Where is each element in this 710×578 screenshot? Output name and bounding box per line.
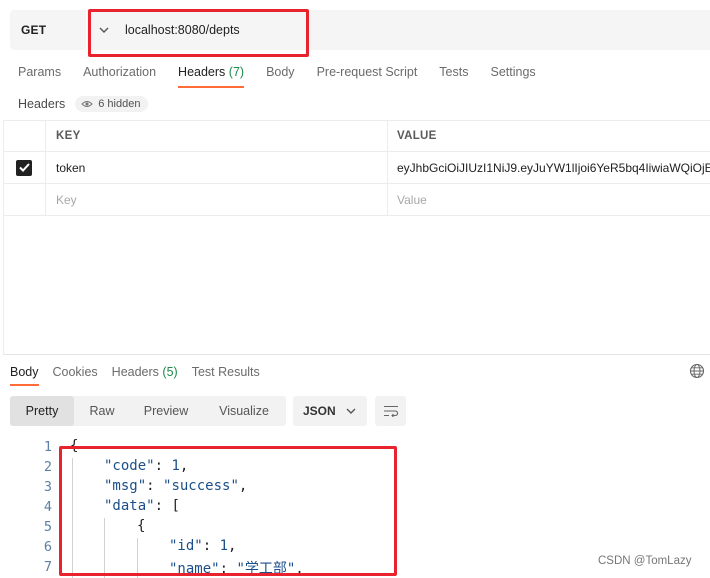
tab-settings[interactable]: Settings (490, 62, 535, 88)
code-line: { (137, 518, 145, 534)
line-number: 6 (43, 539, 52, 555)
method-label: GET (21, 23, 47, 37)
chevron-down-icon[interactable] (87, 27, 121, 33)
column-header-key: KEY (46, 121, 388, 151)
mode-raw[interactable]: Raw (74, 396, 130, 426)
tab-label: Body (10, 365, 39, 379)
line-number: 5 (43, 519, 52, 535)
json-key: "name" (169, 561, 220, 577)
tab-label: Test Results (191, 365, 260, 379)
hidden-count: 6 hidden (98, 98, 141, 110)
table-row-empty: Key Value (3, 184, 710, 216)
json-value: 1 (171, 458, 180, 474)
format-select[interactable]: JSON (293, 396, 367, 426)
table-header-row: KEY VALUE (3, 120, 710, 152)
tab-label: Body (266, 65, 295, 79)
code-line: "id": 1, (169, 538, 237, 554)
table-row: token eyJhbGciOiJIUzI1NiJ9.eyJuYW1lIjoi6… (3, 152, 710, 184)
row-checkbox-cell (3, 152, 46, 183)
line-number: 1 (43, 439, 52, 455)
request-url-bar: GET localhost:8080/depts (10, 10, 710, 50)
json-value: 1 (219, 538, 229, 554)
header-value-cell[interactable]: eyJhbGciOiJIUzI1NiJ9.eyJuYW1lIjoi6YeR5bq… (388, 152, 710, 183)
code-line: "code": 1, (104, 458, 189, 474)
tab-label: Pre-request Script (316, 65, 418, 79)
indent-guide (72, 458, 73, 578)
tab-count: (7) (228, 65, 245, 79)
json-value: "success" (163, 478, 239, 494)
code-line: "data": [ (104, 498, 180, 514)
globe-icon[interactable] (689, 363, 705, 384)
mode-visualize[interactable]: Visualize (202, 396, 286, 426)
json-key: "msg" (104, 478, 147, 494)
empty-check-cell (3, 184, 46, 215)
url-text: localhost:8080/depts (125, 23, 240, 37)
request-tabs: Params Authorization Headers (7) Body Pr… (18, 62, 558, 88)
eye-icon (81, 101, 93, 107)
check-icon (18, 163, 30, 172)
code-line: "name": "学工部", (169, 561, 304, 577)
code-line: { (70, 438, 78, 454)
headers-table: KEY VALUE token eyJhbGciOiJIUzI1NiJ9.eyJ… (3, 120, 710, 216)
tab-headers[interactable]: Headers (7) (178, 62, 245, 88)
column-header-value: VALUE (397, 130, 437, 142)
brace: { (137, 518, 146, 534)
hidden-headers-toggle[interactable]: 6 hidden (75, 96, 149, 112)
watermark: CSDN @TomLazy (598, 555, 692, 567)
tab-label: Headers (178, 65, 226, 79)
json-value: "学工部" (236, 561, 296, 577)
tab-pre-request-script[interactable]: Pre-request Script (317, 62, 418, 88)
response-tabs: Body Cookies Headers (5) Test Results (10, 362, 274, 386)
wrap-lines-button[interactable] (375, 396, 406, 426)
tab-response-cookies[interactable]: Cookies (53, 362, 98, 386)
method-select[interactable]: GET (10, 10, 86, 50)
tab-authorization[interactable]: Authorization (83, 62, 156, 88)
json-bracket: [ (171, 498, 180, 514)
url-input[interactable]: localhost:8080/depts (86, 10, 710, 50)
tab-label: Tests (439, 65, 469, 79)
line-number: 7 (43, 559, 52, 575)
json-key: "id" (169, 538, 203, 554)
tab-label: Cookies (52, 365, 98, 379)
wrap-lines-icon (383, 405, 398, 417)
mode-preview[interactable]: Preview (130, 396, 202, 426)
indent-guide (104, 518, 105, 578)
tab-body[interactable]: Body (266, 62, 295, 88)
tab-test-results[interactable]: Test Results (192, 362, 260, 386)
tab-label: Settings (490, 65, 536, 79)
view-mode-group: Pretty Raw Preview Visualize (10, 396, 286, 426)
header-key-cell[interactable]: token (46, 152, 388, 183)
headers-subheader: Headers 6 hidden (18, 95, 149, 113)
json-key: "code" (104, 458, 155, 474)
line-number: 4 (43, 499, 52, 515)
brace: { (70, 438, 79, 454)
indent-guide (137, 538, 138, 578)
tab-params[interactable]: Params (18, 62, 61, 88)
headers-section-label: Headers (18, 97, 66, 111)
header-check-cell (3, 121, 46, 151)
tab-response-body[interactable]: Body (10, 362, 39, 386)
tab-response-headers[interactable]: Headers (5) (112, 362, 178, 386)
json-key: "data" (104, 498, 155, 514)
line-number: 3 (43, 479, 52, 495)
value-input[interactable]: Value (388, 184, 710, 215)
tab-tests[interactable]: Tests (439, 62, 468, 88)
row-checkbox[interactable] (16, 159, 32, 176)
tab-label: Headers (111, 365, 159, 379)
chevron-down-icon (346, 408, 356, 414)
line-number: 2 (43, 459, 52, 475)
mode-pretty[interactable]: Pretty (10, 396, 74, 426)
tab-count: (5) (162, 365, 178, 379)
key-input[interactable]: Key (46, 184, 388, 215)
pane-divider[interactable] (3, 354, 710, 355)
code-line: "msg": "success", (104, 478, 248, 494)
tab-label: Params (18, 65, 62, 79)
tab-label: Authorization (83, 65, 157, 79)
format-label: JSON (303, 404, 336, 418)
